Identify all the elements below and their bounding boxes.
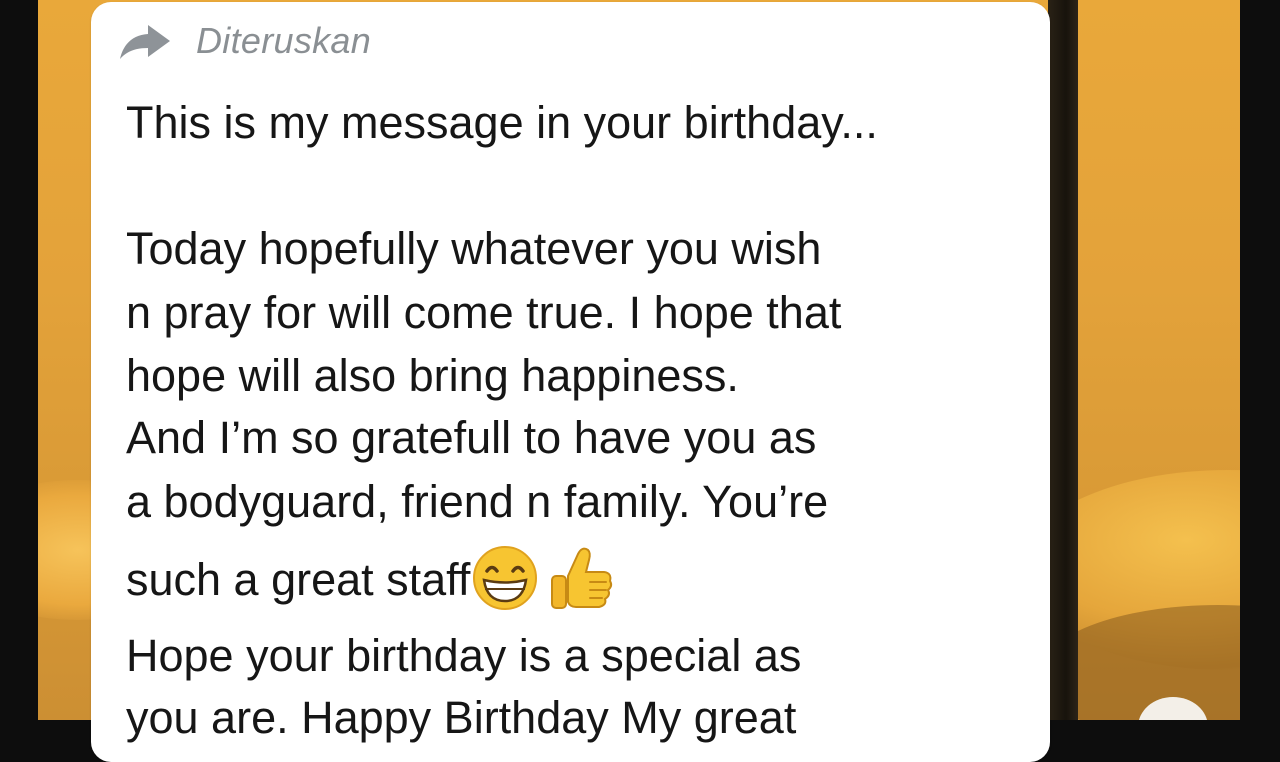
message-line-9: you are. Happy Birthday My great <box>126 692 797 743</box>
message-line-5: And I’m so gratefull to have you as <box>126 412 817 463</box>
message-line-6: a bodyguard, friend n family. You’re <box>126 476 829 527</box>
message-line-1: This is my message in your birthday... <box>126 97 878 148</box>
message-line-2: Today hopefully whatever you wish <box>126 223 822 274</box>
message-line-8: Hope your birthday is a special as <box>126 630 802 681</box>
message-line-7-row: such a great staff <box>126 546 1026 614</box>
forwarded-label: Diteruskan <box>196 20 372 61</box>
background-phone-edge <box>1048 0 1078 720</box>
thumbs-up-icon <box>551 547 613 609</box>
forward-arrow-icon <box>120 25 170 59</box>
message-line-7: such a great staff <box>126 553 471 605</box>
message-line-3: n pray for will come true. I hope that <box>126 287 842 338</box>
message-line-4: hope will also bring happiness. <box>126 350 739 401</box>
grinning-face-icon <box>473 546 538 610</box>
forwarded-indicator: Diteruskan <box>118 18 371 64</box>
